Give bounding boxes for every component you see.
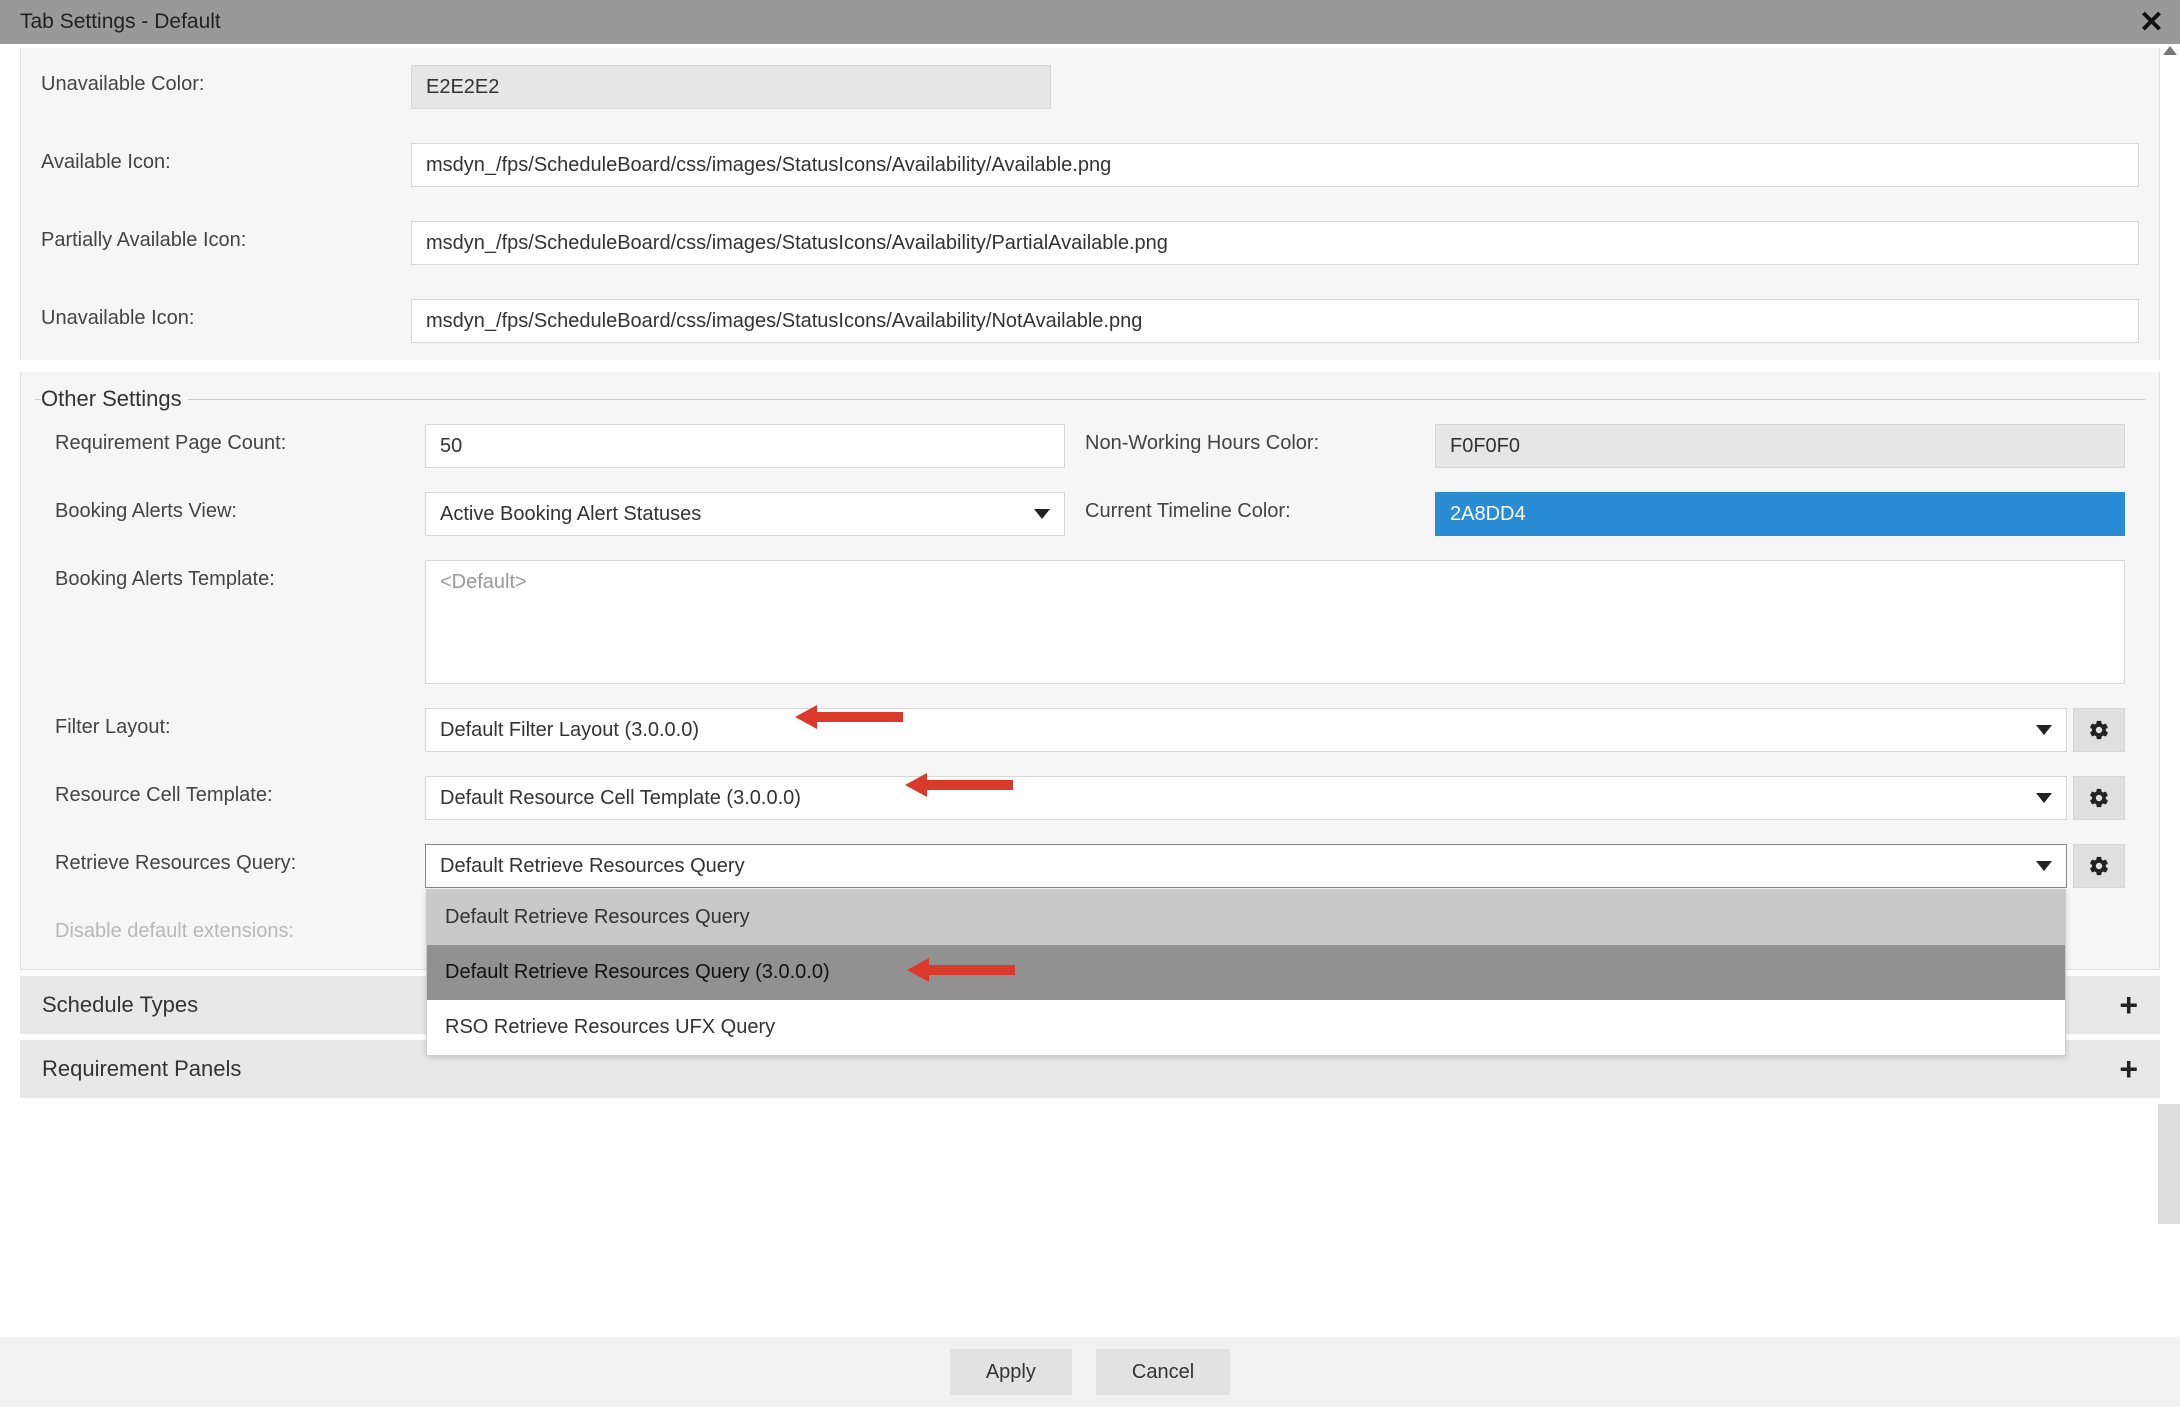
filter-layout-gear-button[interactable]	[2073, 708, 2125, 752]
filter-layout-label: Filter Layout:	[55, 708, 425, 739]
dialog-content: Unavailable Color: E2E2E2 Available Icon…	[0, 44, 2180, 1337]
partially-available-icon-input[interactable]: msdyn_/fps/ScheduleBoard/css/images/Stat…	[411, 221, 2139, 265]
accordion-title: Requirement Panels	[42, 1056, 241, 1082]
booking-alerts-template-textarea[interactable]: <Default>	[425, 560, 2125, 684]
current-timeline-color-label: Current Timeline Color:	[1085, 492, 1435, 523]
available-icon-input[interactable]: msdyn_/fps/ScheduleBoard/css/images/Stat…	[411, 143, 2139, 187]
annotation-arrow-icon	[907, 955, 1017, 985]
accordion-title: Schedule Types	[42, 992, 198, 1018]
gear-icon	[2088, 855, 2110, 877]
resource-cell-template-label: Resource Cell Template:	[55, 776, 425, 807]
unavailable-color-label: Unavailable Color:	[41, 65, 411, 96]
booking-alerts-template-label: Booking Alerts Template:	[55, 560, 425, 591]
available-icon-label: Available Icon:	[41, 143, 411, 174]
apply-button[interactable]: Apply	[950, 1349, 1072, 1395]
unavailable-color-swatch[interactable]: E2E2E2	[411, 65, 1051, 109]
dialog-footer: Apply Cancel	[0, 1337, 2180, 1407]
retrieve-resources-query-gear-button[interactable]	[2073, 844, 2125, 888]
dialog-titlebar: Tab Settings - Default ✕	[0, 0, 2180, 44]
resource-cell-template-dropdown[interactable]: Default Resource Cell Template (3.0.0.0)	[425, 776, 2067, 820]
filter-layout-dropdown[interactable]: Default Filter Layout (3.0.0.0)	[425, 708, 2067, 752]
booking-alerts-view-dropdown[interactable]: Active Booking Alert Statuses	[425, 492, 1065, 536]
dialog-title: Tab Settings - Default	[20, 10, 221, 34]
chevron-down-icon	[2036, 793, 2052, 803]
current-timeline-color-swatch[interactable]: 2A8DD4	[1435, 492, 2125, 536]
requirement-page-count-label: Requirement Page Count:	[55, 424, 425, 455]
dropdown-option[interactable]: Default Retrieve Resources Query (3.0.0.…	[427, 945, 2065, 1000]
cancel-button[interactable]: Cancel	[1096, 1349, 1230, 1395]
dropdown-option[interactable]: Default Retrieve Resources Query	[427, 890, 2065, 945]
chevron-down-icon	[2036, 861, 2052, 871]
retrieve-resources-query-dropdown[interactable]: Default Retrieve Resources Query Default…	[425, 844, 2067, 888]
partially-available-icon-label: Partially Available Icon:	[41, 221, 411, 252]
booking-alerts-view-label: Booking Alerts View:	[55, 492, 425, 523]
icon-settings-panel: Unavailable Color: E2E2E2 Available Icon…	[20, 48, 2160, 970]
close-icon[interactable]: ✕	[2139, 5, 2164, 40]
requirement-page-count-input[interactable]: 50	[425, 424, 1065, 468]
plus-icon: +	[2119, 1051, 2138, 1088]
gear-icon	[2088, 719, 2110, 741]
disable-default-extensions-label: Disable default extensions:	[55, 912, 425, 943]
gear-icon	[2088, 787, 2110, 809]
icon-settings-rows: Unavailable Color: E2E2E2 Available Icon…	[21, 48, 2159, 360]
chevron-down-icon	[2036, 725, 2052, 735]
retrieve-resources-query-label: Retrieve Resources Query:	[55, 844, 425, 875]
retrieve-resources-query-options: Default Retrieve Resources Query Default…	[426, 889, 2066, 1056]
other-settings-legend: Other Settings	[41, 386, 188, 412]
non-working-hours-color-swatch[interactable]: F0F0F0	[1435, 424, 2125, 468]
plus-icon: +	[2119, 987, 2138, 1024]
scrollbar-thumb[interactable]	[2158, 1104, 2180, 1224]
scroll-up-icon[interactable]	[2163, 46, 2177, 55]
unavailable-icon-input[interactable]: msdyn_/fps/ScheduleBoard/css/images/Stat…	[411, 299, 2139, 343]
non-working-hours-color-label: Non-Working Hours Color:	[1085, 424, 1435, 455]
other-settings-group: Other Settings Requirement Page Count: 5…	[35, 386, 2145, 955]
dropdown-option[interactable]: RSO Retrieve Resources UFX Query	[427, 1000, 2065, 1055]
unavailable-icon-label: Unavailable Icon:	[41, 299, 411, 330]
resource-cell-template-gear-button[interactable]	[2073, 776, 2125, 820]
chevron-down-icon	[1034, 509, 1050, 519]
